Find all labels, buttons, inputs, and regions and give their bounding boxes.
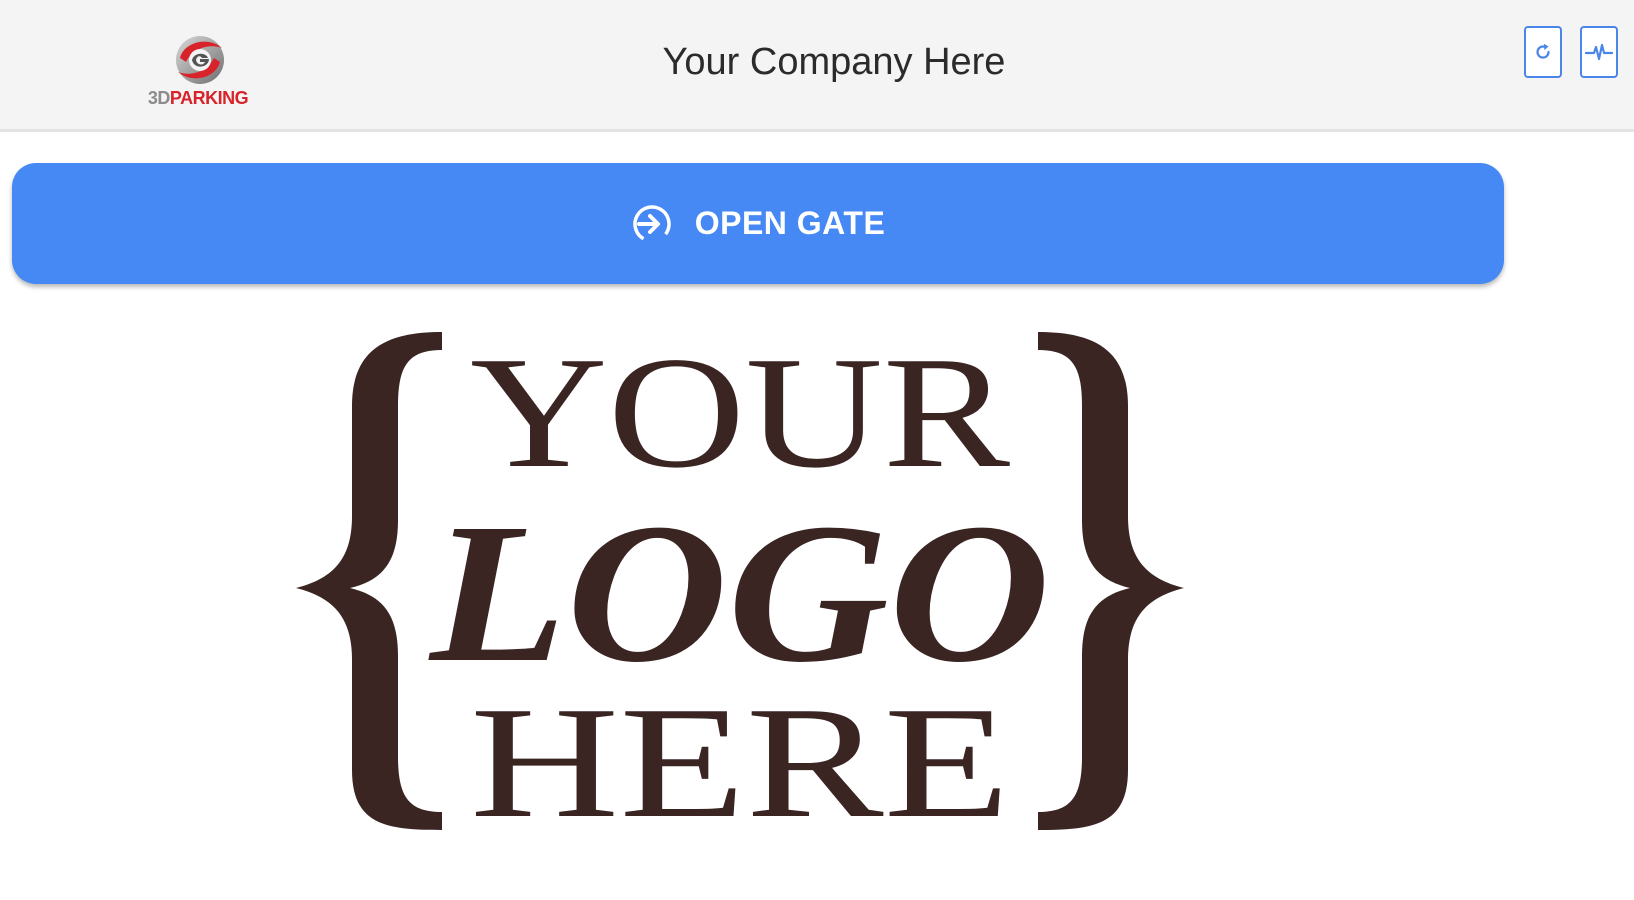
activity-button[interactable]: [1580, 26, 1618, 78]
logo-text-your: YOUR: [470, 326, 1010, 501]
logo-text-logo: LOGO: [428, 483, 1050, 704]
logo-text-here: HERE: [470, 673, 1010, 836]
left-brace-icon: [296, 332, 442, 830]
app-header: 3DPARKING Your Company Here: [0, 0, 1634, 132]
right-brace-icon: [1038, 332, 1184, 830]
company-logo-placeholder: YOUR LOGO HERE: [296, 326, 1184, 836]
brand-name: 3DPARKING: [138, 88, 258, 108]
open-gate-label: OPEN GATE: [694, 205, 886, 241]
open-gate-button[interactable]: OPEN GATE: [12, 163, 1504, 284]
brand-text-3d: 3D: [147, 88, 171, 108]
refresh-button[interactable]: [1524, 26, 1562, 78]
brand-text-parking: PARKING: [169, 88, 249, 108]
company-title: Your Company Here: [662, 41, 1006, 83]
refresh-icon: [1536, 43, 1550, 59]
activity-icon: [1585, 43, 1613, 61]
login-arrow-icon: [632, 204, 671, 243]
